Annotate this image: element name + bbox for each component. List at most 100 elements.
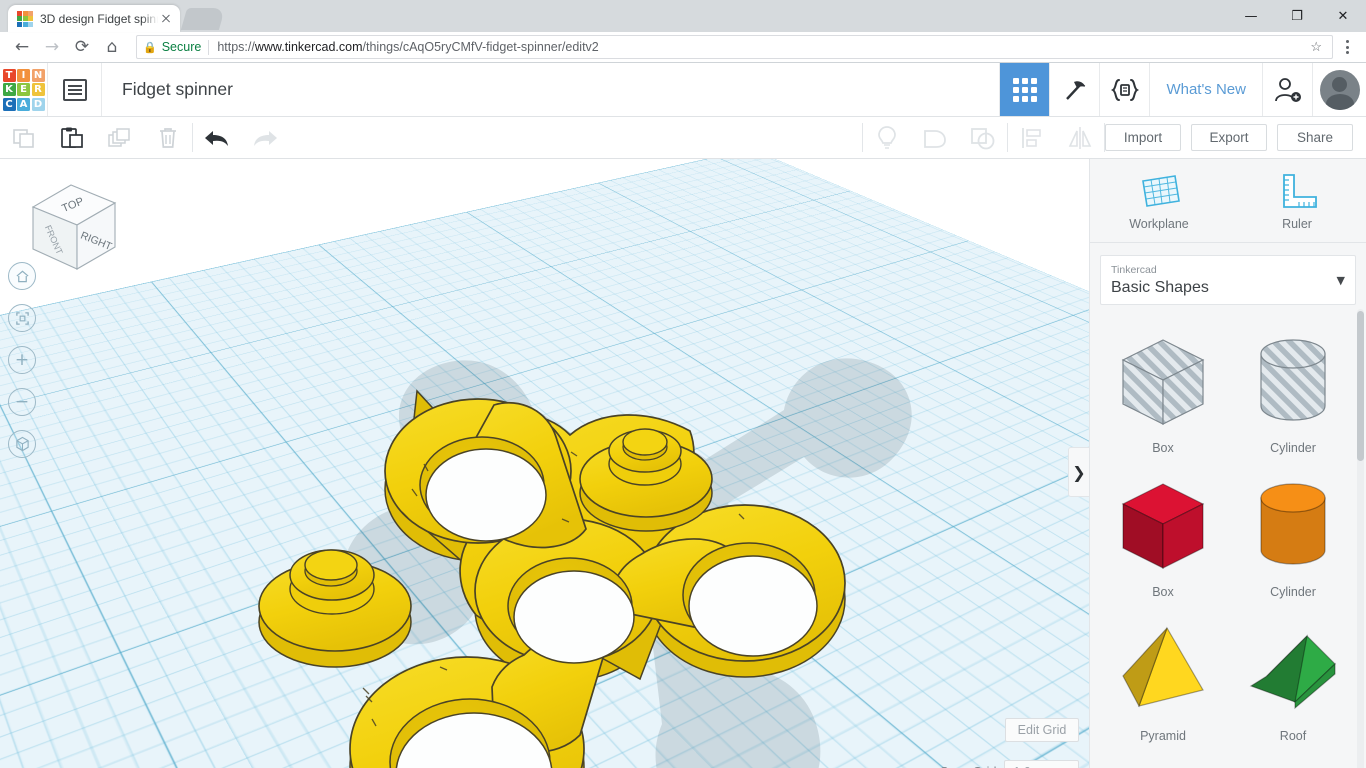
browser-tab[interactable]: 3D design Fidget spinner <box>8 5 180 32</box>
user-avatar[interactable] <box>1312 63 1366 116</box>
list-menu-icon[interactable] <box>48 63 102 116</box>
shape-cylinder-hole-label: Cylinder <box>1270 441 1316 455</box>
home-button[interactable]: ⌂ <box>98 33 126 61</box>
library-vendor-label: Tinkercad <box>1111 263 1209 277</box>
url-domain: www.tinkercad.com <box>255 40 363 54</box>
workplane-tool[interactable]: Workplane <box>1090 159 1228 242</box>
ruler-tool-label: Ruler <box>1282 217 1312 231</box>
shape-cylinder-hole-thumb <box>1245 327 1341 437</box>
page-title: Fidget spinner <box>102 63 999 116</box>
shape-roof-green-label: Roof <box>1280 729 1306 743</box>
tab-close-icon[interactable] <box>158 11 174 27</box>
codeblocks-button[interactable] <box>1099 63 1149 116</box>
header-actions: What's New <box>999 63 1366 116</box>
snap-grid-select[interactable]: 1.0 mm ▲ <box>1004 760 1079 768</box>
perspective-toggle-button[interactable] <box>8 430 36 458</box>
editor-main: TOP FRONT RIGHT + − <box>0 159 1366 768</box>
align-button[interactable] <box>1008 117 1056 158</box>
cube-perspective-icon <box>15 436 30 452</box>
window-close-button[interactable]: ✕ <box>1320 0 1366 32</box>
window-minimize-button[interactable]: — <box>1228 0 1274 32</box>
logo-tile-a: A <box>17 98 30 111</box>
codeblocks-pickaxe-button[interactable] <box>1049 63 1099 116</box>
undo-button[interactable] <box>193 117 241 158</box>
invite-people-button[interactable] <box>1262 63 1312 116</box>
edit-grid-button[interactable]: Edit Grid <box>1005 718 1079 742</box>
new-tab-button[interactable] <box>181 8 225 30</box>
hint-button[interactable] <box>863 117 911 158</box>
avatar-image <box>1320 70 1360 110</box>
url-path: /things/cAqO5ryCMfV-fidget-spinner/editv… <box>363 40 599 54</box>
right-panel: Workplane Ruler Tinkercad Basic Shapes ▼ <box>1089 159 1366 768</box>
shape-box-hole-thumb <box>1115 327 1211 437</box>
toolbar-actions: Import Export Share <box>1105 117 1366 158</box>
fit-to-view-button[interactable] <box>8 304 36 332</box>
tinkercad-header: TINKERCAD Fidget spinner What's New <box>0 63 1366 117</box>
mirror-icon <box>1066 125 1094 151</box>
import-button[interactable]: Import <box>1105 124 1181 151</box>
shape-box-red-thumb <box>1115 471 1211 581</box>
mirror-button[interactable] <box>1056 117 1104 158</box>
address-bar-url: https://www.tinkercad.com/things/cAqO5ry… <box>217 40 598 54</box>
shape-pyramid-yellow[interactable]: Pyramid <box>1098 615 1228 753</box>
shape-library-dropdown[interactable]: Tinkercad Basic Shapes ▼ <box>1100 255 1356 305</box>
whats-new-link[interactable]: What's New <box>1149 63 1262 116</box>
snap-grid-control: Snap Grid 1.0 mm ▲ <box>940 760 1079 768</box>
redo-button[interactable] <box>241 117 289 158</box>
undo-arrow-icon <box>202 126 232 150</box>
window-maximize-button[interactable]: ❐ <box>1274 0 1320 32</box>
panel-collapse-toggle[interactable]: ❯ <box>1068 447 1089 497</box>
ungroup-button[interactable] <box>959 117 1007 158</box>
browser-toolbar: ← → ⟳ ⌂ 🔒 Secure https://www.tinkercad.c… <box>0 32 1366 63</box>
ruler-icon <box>1275 171 1319 211</box>
3d-viewport[interactable]: TOP FRONT RIGHT + − <box>0 159 1089 768</box>
logo-tile-e: E <box>17 83 30 96</box>
bookmark-star-icon[interactable]: ☆ <box>1306 39 1326 55</box>
kebab-menu-icon[interactable] <box>1336 34 1358 60</box>
copy-button[interactable] <box>0 117 48 158</box>
delete-button[interactable] <box>144 117 192 158</box>
shape-cylinder-hole[interactable]: Cylinder <box>1228 327 1358 465</box>
forward-button[interactable]: → <box>38 33 66 61</box>
tinkercad-logo[interactable]: TINKERCAD <box>0 63 48 116</box>
back-button[interactable]: ← <box>8 33 36 61</box>
shape-library-scrollbar[interactable] <box>1357 309 1364 768</box>
shape-roof-green[interactable]: Roof <box>1228 615 1358 753</box>
shape-roof-green-thumb <box>1245 615 1341 725</box>
group-button[interactable] <box>911 117 959 158</box>
trash-icon <box>156 126 180 150</box>
shape-box-red[interactable]: Box <box>1098 471 1228 609</box>
viewport-nav-tools: + − <box>8 262 36 472</box>
lock-icon: 🔒 <box>143 41 157 54</box>
logo-tile-i: I <box>17 69 30 82</box>
zoom-in-button[interactable]: + <box>8 346 36 374</box>
scrollbar-thumb[interactable] <box>1357 311 1364 461</box>
shape-cylinder-orange[interactable]: Cylinder <box>1228 471 1358 609</box>
panel-tools: Workplane Ruler <box>1090 159 1366 243</box>
duplicate-button[interactable] <box>96 117 144 158</box>
duplicate-icon <box>107 126 133 150</box>
address-bar[interactable]: 🔒 Secure https://www.tinkercad.com/thing… <box>136 35 1333 59</box>
list-menu-glyph <box>63 79 87 101</box>
export-button[interactable]: Export <box>1191 124 1267 151</box>
pickaxe-icon <box>1061 76 1089 104</box>
designs-grid-button[interactable] <box>999 63 1049 116</box>
zoom-out-button[interactable]: − <box>8 388 36 416</box>
shape-box-red-label: Box <box>1152 585 1174 599</box>
view-cube[interactable]: TOP FRONT RIGHT <box>25 181 121 293</box>
minus-icon: − <box>15 394 29 411</box>
grid-9-icon <box>1013 78 1037 102</box>
home-view-button[interactable] <box>8 262 36 290</box>
url-scheme: https:// <box>217 40 255 54</box>
shape-box-hole[interactable]: Box <box>1098 327 1228 465</box>
ruler-tool[interactable]: Ruler <box>1228 159 1366 242</box>
redo-arrow-icon <box>250 126 280 150</box>
secure-label: Secure <box>162 40 202 54</box>
share-button[interactable]: Share <box>1277 124 1353 151</box>
shape-cylinder-orange-art <box>1245 476 1341 576</box>
group-shapes-icon <box>921 125 949 151</box>
paste-button[interactable] <box>48 117 96 158</box>
logo-tile-n: N <box>32 69 45 82</box>
reload-button[interactable]: ⟳ <box>68 33 96 61</box>
logo-tile-r: R <box>32 83 45 96</box>
